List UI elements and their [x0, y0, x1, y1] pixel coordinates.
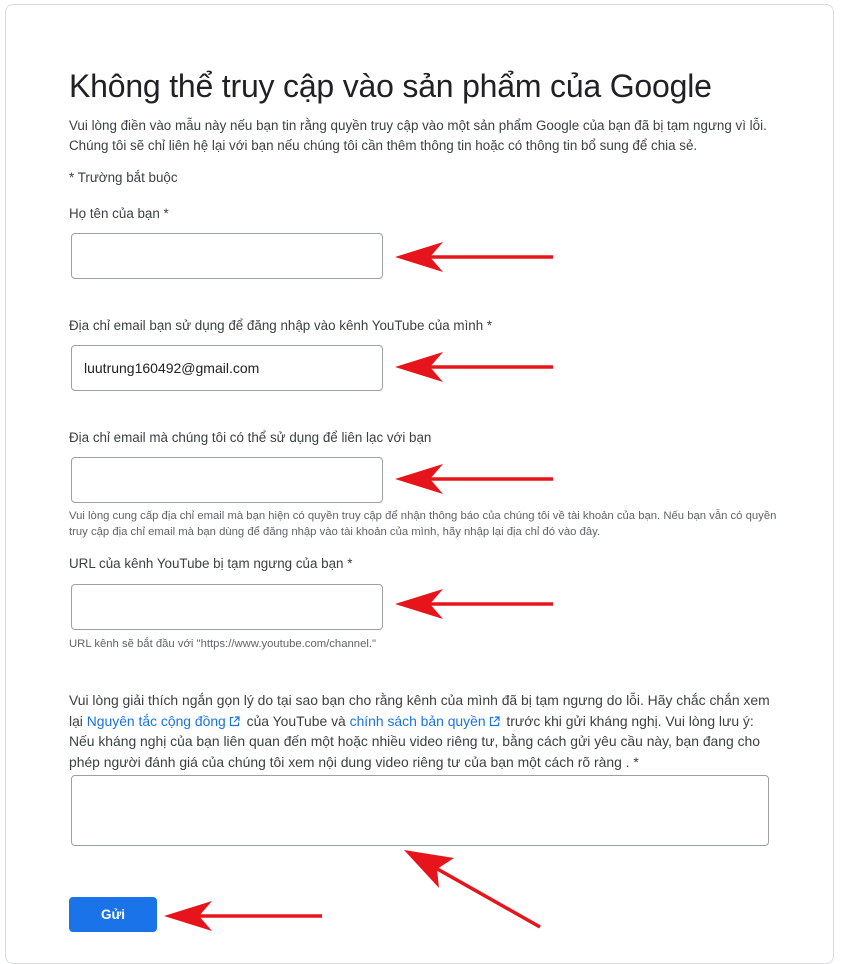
- name-input[interactable]: [71, 233, 383, 279]
- explanation-label: Vui lòng giải thích ngắn gọn lý do tại s…: [69, 690, 781, 772]
- channel-url-help: URL kênh sẽ bắt đầu với "https://www.you…: [69, 638, 377, 650]
- external-link-icon: [489, 715, 500, 726]
- login-email-input[interactable]: [71, 345, 383, 391]
- contact-email-help: Vui lòng cung cấp địa chỉ email mà bạn h…: [69, 510, 777, 538]
- external-link-icon: [229, 715, 240, 726]
- intro-text: Vui lòng điền vào mẫu này nếu bạn tin rằ…: [69, 118, 767, 153]
- copyright-policy-link[interactable]: chính sách bản quyền: [350, 713, 503, 729]
- contact-email-input[interactable]: [71, 457, 383, 503]
- page-title: Không thể truy cập vào sản phẩm của Goog…: [69, 68, 712, 104]
- channel-url-label: URL của kênh YouTube bị tạm ngưng của bạ…: [69, 556, 353, 571]
- required-note: * Trường bắt buộc: [69, 170, 178, 185]
- channel-url-input[interactable]: [71, 584, 383, 630]
- submit-button[interactable]: Gửi: [69, 897, 157, 932]
- name-label: Họ tên của bạn *: [69, 206, 169, 221]
- explanation-textarea[interactable]: [71, 775, 769, 846]
- login-email-label: Địa chỉ email bạn sử dụng để đăng nhập v…: [69, 318, 493, 333]
- contact-email-label: Địa chỉ email mà chúng tôi có thể sử dụn…: [69, 430, 432, 445]
- explanation-text-2: của YouTube và: [246, 712, 346, 729]
- community-guidelines-link[interactable]: Nguyên tắc cộng đồng: [87, 713, 243, 729]
